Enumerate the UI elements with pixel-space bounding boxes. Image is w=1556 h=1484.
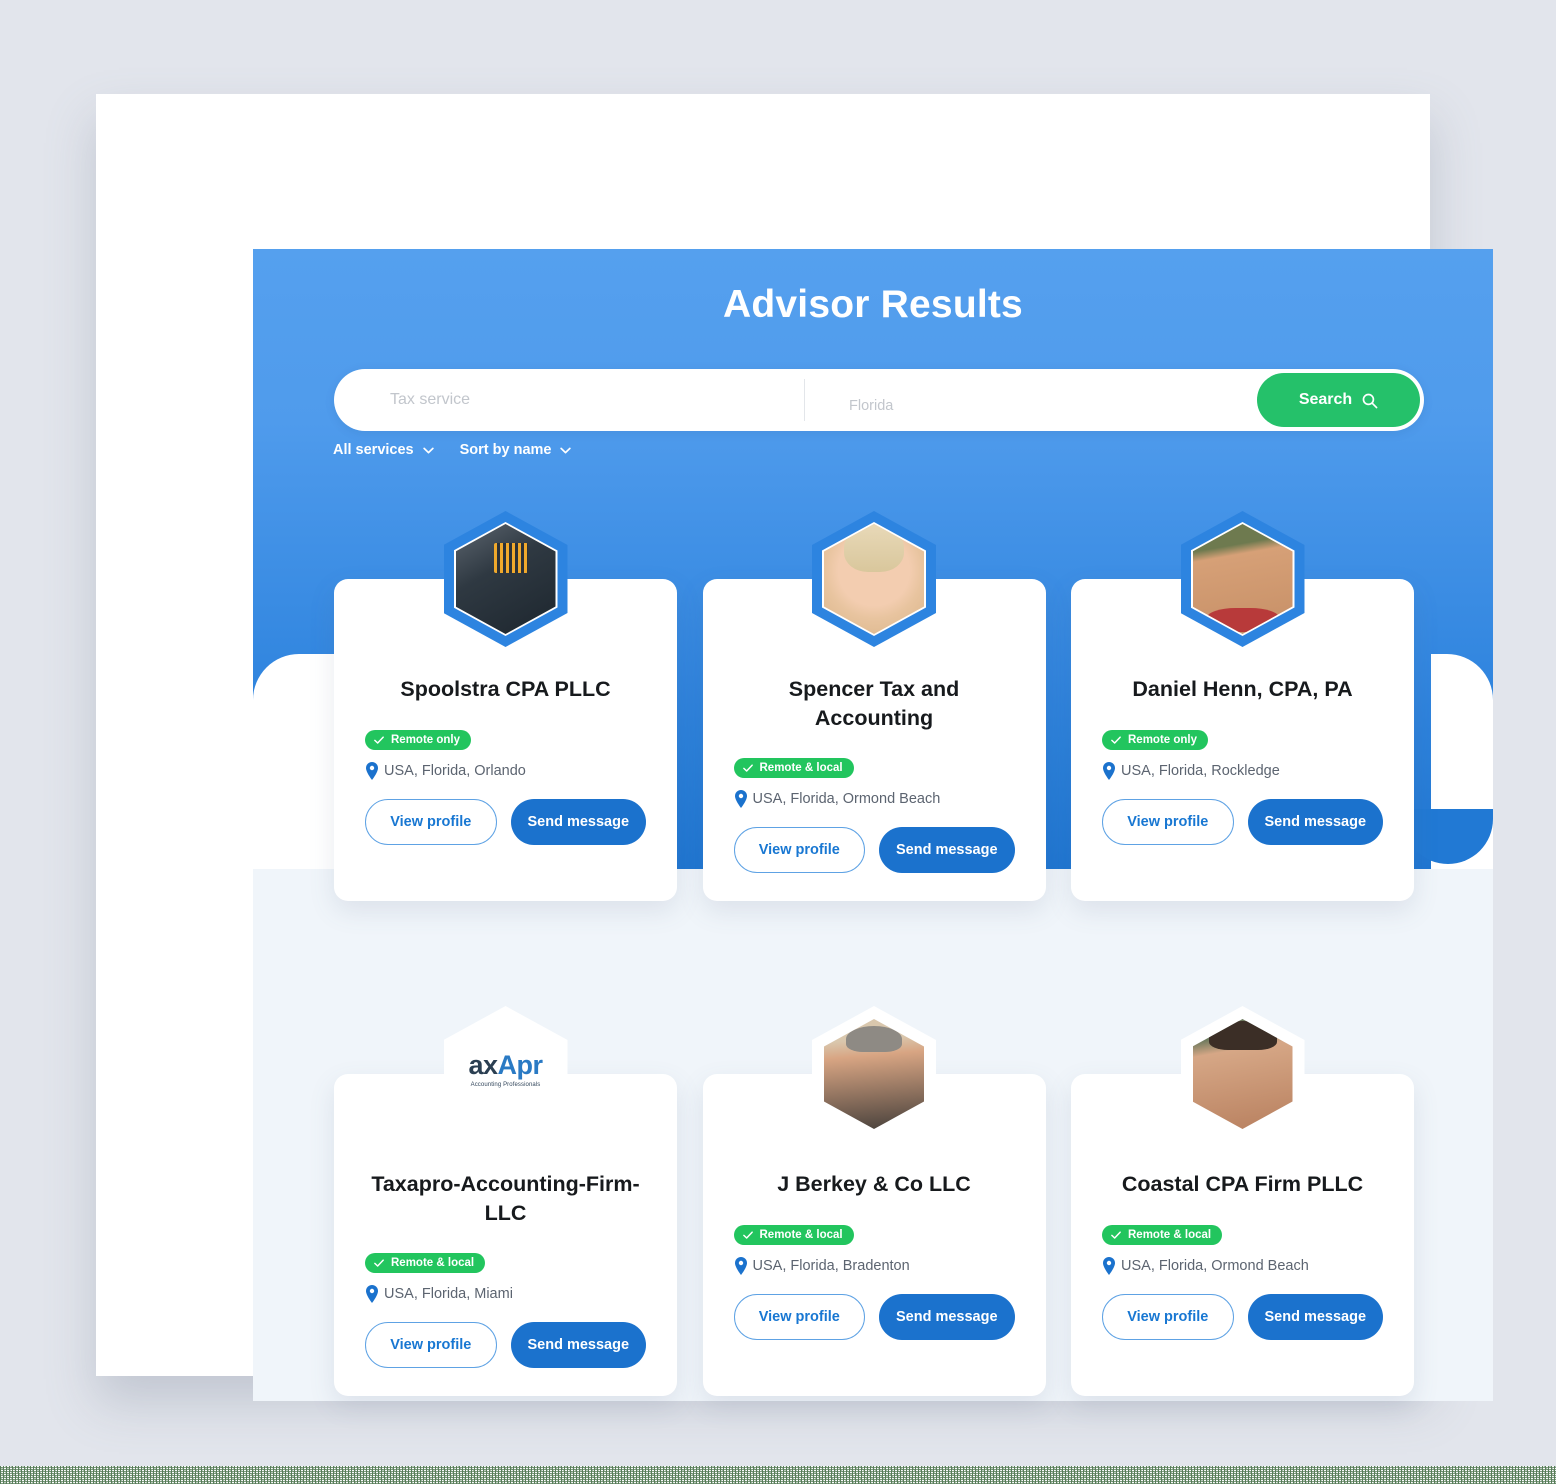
search-bar: Search	[334, 369, 1424, 437]
map-pin-icon	[366, 762, 378, 780]
status-badge-label: Remote & local	[391, 1257, 475, 1270]
advisor-location-text: USA, Florida, Miami	[384, 1286, 513, 1303]
check-icon	[742, 1231, 753, 1239]
send-message-button[interactable]: Send message	[510, 1322, 646, 1369]
filter-sort-by-name[interactable]: Sort by name	[460, 442, 572, 458]
status-badge: Remote & local	[733, 758, 854, 779]
search-service-input[interactable]	[334, 369, 804, 431]
check-icon	[374, 1259, 384, 1267]
advisor-location: USA, Florida, Rockledge	[1102, 762, 1383, 780]
card-actions: View profile Send message	[1102, 799, 1383, 845]
card-actions: View profile Send message	[365, 799, 646, 845]
avatar	[1180, 511, 1305, 647]
send-message-button[interactable]: Send message	[1247, 799, 1383, 845]
card-actions: View profile Send message	[733, 827, 1015, 874]
send-message-button[interactable]: Send message	[879, 1294, 1015, 1340]
filter-sort-by-name-label: Sort by name	[459, 442, 552, 458]
check-icon	[374, 736, 384, 744]
logo-spoolstra-icon	[455, 524, 556, 634]
view-profile-button[interactable]: View profile	[733, 827, 866, 874]
advisor-location-text: USA, Florida, Ormond Beach	[752, 791, 941, 808]
filter-all-services-label: All services	[333, 442, 414, 458]
card-actions: View profile Send message	[733, 1294, 1015, 1340]
send-message-button[interactable]: Send message	[879, 827, 1015, 874]
advisor-location-text: USA, Florida, Bradenton	[752, 1258, 910, 1274]
map-pin-icon	[734, 1257, 747, 1275]
card-actions: View profile Send message	[365, 1322, 646, 1369]
filter-all-services[interactable]: All services	[333, 442, 434, 458]
advisor-row: axApr Accounting Professionals Taxapro-A…	[334, 1006, 1414, 1397]
status-badge-label: Remote & local	[759, 762, 843, 775]
advisor-location-text: USA, Florida, Orlando	[384, 763, 526, 779]
map-pin-icon	[734, 790, 747, 809]
card-actions: View profile Send message	[1102, 1294, 1383, 1340]
advisor-location: USA, Florida, Orlando	[365, 762, 646, 780]
map-pin-icon	[1103, 762, 1115, 780]
avatar	[812, 511, 936, 647]
advisor-name: Taxapro-Accounting-Firm-LLC	[371, 1172, 640, 1226]
photo-coastal-cpa-icon	[1192, 1019, 1293, 1129]
advisor-location: USA, Florida, Ormond Beach	[1102, 1257, 1383, 1275]
chevron-down-icon	[560, 447, 572, 453]
logo-taxapro-icon: axApr Accounting Professionals	[455, 1019, 556, 1129]
advisor-card[interactable]: Spencer Tax and Accounting Remote & loca…	[702, 511, 1046, 902]
photo-daniel-henn-icon	[1192, 524, 1293, 634]
photo-spencer-icon	[824, 524, 924, 634]
hero-cut-left	[253, 654, 339, 869]
advisor-results-app: Advisor Results Search All services	[253, 249, 1493, 1401]
advisor-name: J Berkey & Co LLC	[777, 1172, 971, 1196]
check-icon	[742, 764, 753, 772]
check-icon	[1111, 1231, 1121, 1239]
view-profile-button[interactable]: View profile	[365, 1322, 497, 1369]
map-pin-icon	[366, 1285, 378, 1304]
advisor-card[interactable]: Daniel Henn, CPA, PA Remote only USA, Fl…	[1071, 511, 1414, 902]
status-badge-label: Remote only	[391, 734, 461, 746]
status-badge: Remote & local	[365, 1253, 486, 1274]
status-badge: Remote only	[365, 730, 472, 750]
page-title: Advisor Results	[723, 283, 1023, 326]
view-profile-button[interactable]: View profile	[1102, 799, 1234, 845]
logo-taxapro-subtitle: Accounting Professionals	[470, 1082, 541, 1088]
search-button-label: Search	[1298, 391, 1353, 408]
avatar: axApr Accounting Professionals	[443, 1006, 568, 1142]
search-location-input[interactable]	[805, 374, 1225, 437]
advisor-card[interactable]: Spoolstra CPA PLLC Remote only USA, Flor…	[334, 511, 677, 902]
advisor-card[interactable]: J Berkey & Co LLC Remote & local USA, Fl…	[702, 1006, 1046, 1397]
status-badge: Remote & local	[1102, 1225, 1223, 1245]
status-badge-label: Remote only	[1128, 734, 1198, 746]
search-icon	[1362, 393, 1378, 408]
advisor-name: Spoolstra CPA PLLC	[400, 677, 611, 701]
view-profile-button[interactable]: View profile	[365, 799, 497, 845]
search-button[interactable]: Search	[1257, 373, 1420, 427]
advisor-location: USA, Florida, Ormond Beach	[734, 790, 1015, 809]
photo-j-berkey-icon	[824, 1019, 924, 1129]
view-profile-button[interactable]: View profile	[733, 1294, 866, 1340]
advisor-location-text: USA, Florida, Ormond Beach	[1121, 1258, 1309, 1274]
page-frame: Advisor Results Search All services	[96, 94, 1493, 1401]
chevron-down-icon	[422, 447, 434, 453]
avatar	[812, 1006, 936, 1142]
check-icon	[1111, 736, 1121, 744]
advisor-location: USA, Florida, Bradenton	[734, 1257, 1015, 1275]
advisor-card[interactable]: axApr Accounting Professionals Taxapro-A…	[334, 1006, 677, 1397]
avatar	[1180, 1006, 1305, 1142]
advisor-location-text: USA, Florida, Rockledge	[1121, 763, 1280, 779]
status-badge: Remote & local	[733, 1225, 854, 1245]
advisor-name: Spencer Tax and Accounting	[788, 677, 960, 731]
status-badge-label: Remote & local	[1128, 1229, 1212, 1241]
advisor-location: USA, Florida, Miami	[365, 1285, 646, 1304]
send-message-button[interactable]: Send message	[510, 799, 646, 845]
status-badge: Remote only	[1102, 730, 1209, 750]
advisor-name: Daniel Henn, CPA, PA	[1132, 677, 1353, 701]
status-badge-label: Remote & local	[759, 1229, 843, 1241]
view-profile-button[interactable]: View profile	[1102, 1294, 1234, 1340]
bottom-noise-strip	[0, 1466, 1556, 1484]
advisor-name: Coastal CPA Firm PLLC	[1121, 1172, 1364, 1196]
filter-row: All services Sort by name	[333, 442, 572, 458]
advisor-card[interactable]: Coastal CPA Firm PLLC Remote & local USA…	[1071, 1006, 1414, 1397]
send-message-button[interactable]: Send message	[1247, 1294, 1383, 1340]
avatar	[443, 511, 568, 647]
map-pin-icon	[1103, 1257, 1115, 1275]
advisor-row: Spoolstra CPA PLLC Remote only USA, Flor…	[334, 511, 1414, 902]
